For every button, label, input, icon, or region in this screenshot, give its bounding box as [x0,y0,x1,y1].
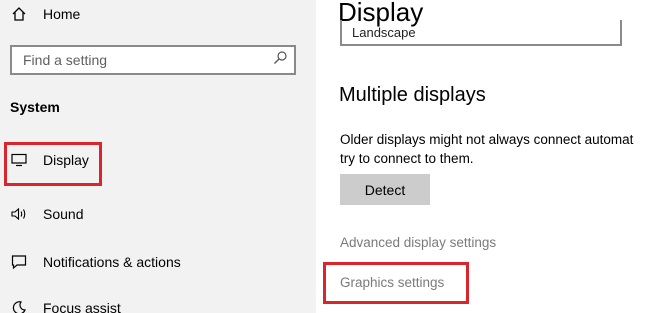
search-icon[interactable] [272,50,288,71]
detect-button[interactable]: Detect [340,174,430,205]
description-line: try to connect to them. [340,151,474,166]
moon-icon [10,299,28,313]
sidebar-item-display[interactable]: Display [10,151,89,169]
sidebar-item-label: Notifications & actions [43,254,181,270]
sidebar-item-focus-assist[interactable]: Focus assist [10,299,121,313]
main-content: Display Landscape Multiple displays Olde… [316,0,646,313]
settings-window: Home System Display [0,0,646,313]
sidebar-item-label: Sound [43,206,84,222]
search-box[interactable] [10,45,296,75]
search-input[interactable] [23,52,263,68]
home-label: Home [43,6,81,22]
home-icon [10,5,28,23]
sidebar-item-label: Display [43,152,89,168]
sidebar: Home System Display [0,0,316,313]
notification-icon [10,253,28,271]
sidebar-item-notifications[interactable]: Notifications & actions [10,253,181,271]
section-title: System [10,99,60,115]
home-nav-item[interactable]: Home [10,5,80,23]
orientation-dropdown[interactable]: Landscape [340,20,622,46]
monitor-icon [10,151,28,169]
orientation-value: Landscape [352,25,416,40]
multiple-displays-heading: Multiple displays [339,84,486,106]
graphics-settings-link[interactable]: Graphics settings [340,275,444,290]
sidebar-item-label: Focus assist [43,300,121,313]
advanced-display-settings-link[interactable]: Advanced display settings [340,235,496,250]
speaker-icon [10,205,28,223]
description-line: Older displays might not always connect … [340,132,634,147]
sidebar-item-sound[interactable]: Sound [10,205,83,223]
multiple-displays-description: Older displays might not always connect … [340,130,646,168]
